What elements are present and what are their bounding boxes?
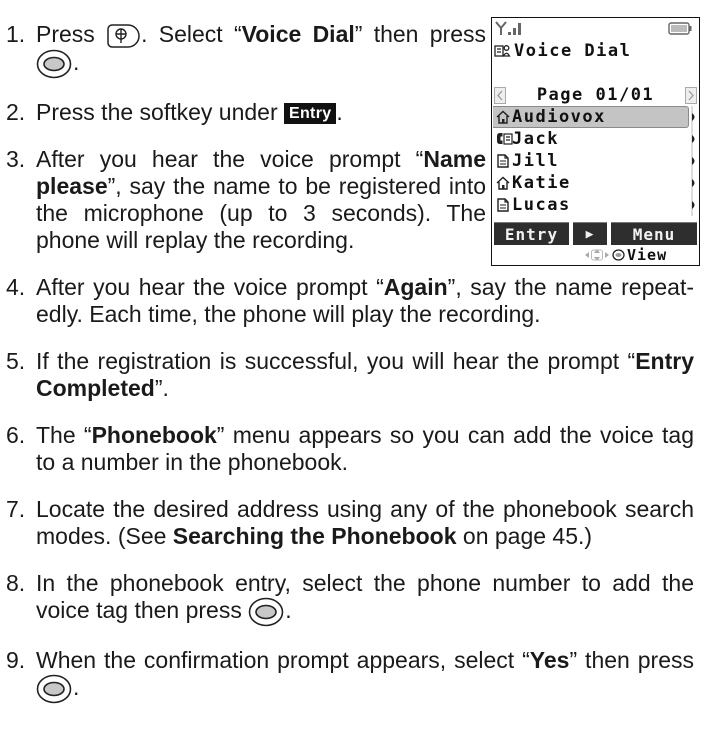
step-7: 7. Locate the desired address using any o… (0, 496, 694, 550)
step-text: . (336, 98, 343, 125)
ok-key-icon (36, 674, 72, 704)
step-number: 6. (6, 421, 26, 448)
status-bar (492, 18, 699, 38)
phone-card-icon (496, 132, 513, 146)
step-text: . (285, 597, 292, 623)
step-2: 2. Press the softkey under Entry. (0, 99, 486, 126)
contact-name: Jack (512, 129, 559, 149)
screen-title: Voice Dial (494, 40, 631, 61)
step-text: After you hear the voice prompt “ (36, 273, 384, 300)
step-text: If the registration is successful, you w… (36, 347, 636, 374)
step-text: . (73, 674, 80, 700)
option-name: Yes (529, 646, 570, 673)
home-icon (496, 110, 510, 124)
step-text: The “ (36, 421, 92, 448)
step-text: Press (36, 21, 107, 47)
list-item: Audiovox (493, 106, 689, 128)
phone-screen: Voice Dial Page 01/01 Audiovox Jack Jill… (491, 17, 700, 266)
battery-icon (668, 22, 692, 35)
step-text: ” then press (569, 646, 694, 673)
nav-key-icon (584, 248, 610, 262)
page-number: Page 01/01 (536, 85, 655, 105)
contact-name: Lucas (512, 195, 571, 215)
step-number: 4. (6, 273, 26, 300)
step-number: 9. (6, 646, 26, 673)
step-text: ” then press (354, 21, 486, 47)
step-text: . Select “ (141, 21, 242, 47)
softkey-bar: Entry ▶ Menu (493, 222, 698, 245)
page-left-arrow-icon (494, 86, 506, 104)
ok-key-small-icon (612, 248, 625, 261)
step-text: After you hear the voice prompt “ (36, 145, 424, 172)
screen-title-text: Voice Dial (514, 40, 632, 61)
step-5: 5. If the registration is successful, you… (0, 348, 694, 402)
step-3: 3. After you hear the voice prompt “Name … (0, 146, 486, 254)
contact-name: Katie (512, 173, 571, 193)
section-reference: Searching the Phonebook (172, 522, 457, 549)
step-number: 5. (6, 347, 26, 374)
menu-item-name: Voice Dial (241, 21, 355, 47)
step-8: 8. In the phonebook entry, select the pho… (0, 570, 694, 627)
step-number: 8. (6, 569, 26, 596)
softkey-menu: Menu (611, 222, 697, 245)
step-number: 3. (6, 145, 26, 172)
contact-name: Audiovox (512, 107, 606, 127)
navigation-hint: View (584, 245, 668, 264)
softkey-play: ▶ (573, 222, 607, 245)
step-number: 7. (6, 495, 26, 522)
entry-softkey-badge: Entry (284, 103, 337, 125)
signal-icon (495, 20, 523, 36)
list-item: Jack (493, 128, 689, 150)
step-4: 4. After you hear the voice prompt “Again… (0, 274, 694, 328)
ok-key-icon (248, 597, 284, 627)
step-text: . (73, 49, 80, 75)
step-text: Press the softkey under (36, 98, 285, 125)
list-item: Jill (493, 150, 689, 172)
contact-name: Jill (512, 151, 559, 171)
softkey-entry: Entry (494, 222, 569, 245)
step-1: 1. Press . Select “Voice Dial” then press… (0, 21, 486, 79)
voice-prompt-name: Again (383, 273, 448, 300)
menu-name: Phonebook (91, 421, 217, 448)
step-9: 9. When the confirmation prompt appears, … (0, 647, 694, 704)
list-item: Katie (493, 172, 689, 194)
step-number: 1. (6, 21, 26, 47)
step-text: When the confirmation prompt appears, se… (36, 646, 530, 673)
page-right-arrow-icon (684, 86, 697, 104)
home-icon (496, 176, 510, 190)
list-item: Lucas (493, 194, 689, 216)
page-indicator: Page 01/01 (494, 85, 697, 105)
step-text: on page 45.) (456, 522, 593, 549)
document-icon (496, 154, 510, 168)
voice-dial-icon (494, 43, 511, 58)
ok-key-icon (36, 49, 72, 79)
hint-label: View (627, 245, 668, 264)
step-text: ”. (154, 374, 169, 401)
step-number: 2. (6, 98, 26, 125)
contact-list: Audiovox Jack Jill Katie Lucas (493, 106, 698, 216)
step-6: 6. The “Phonebook” menu appears so you ca… (0, 422, 694, 476)
scrollbar (690, 106, 698, 216)
step-text: In the phonebook entry, select the phone… (36, 569, 694, 623)
document-icon (496, 198, 510, 212)
menu-key-icon (106, 23, 140, 49)
